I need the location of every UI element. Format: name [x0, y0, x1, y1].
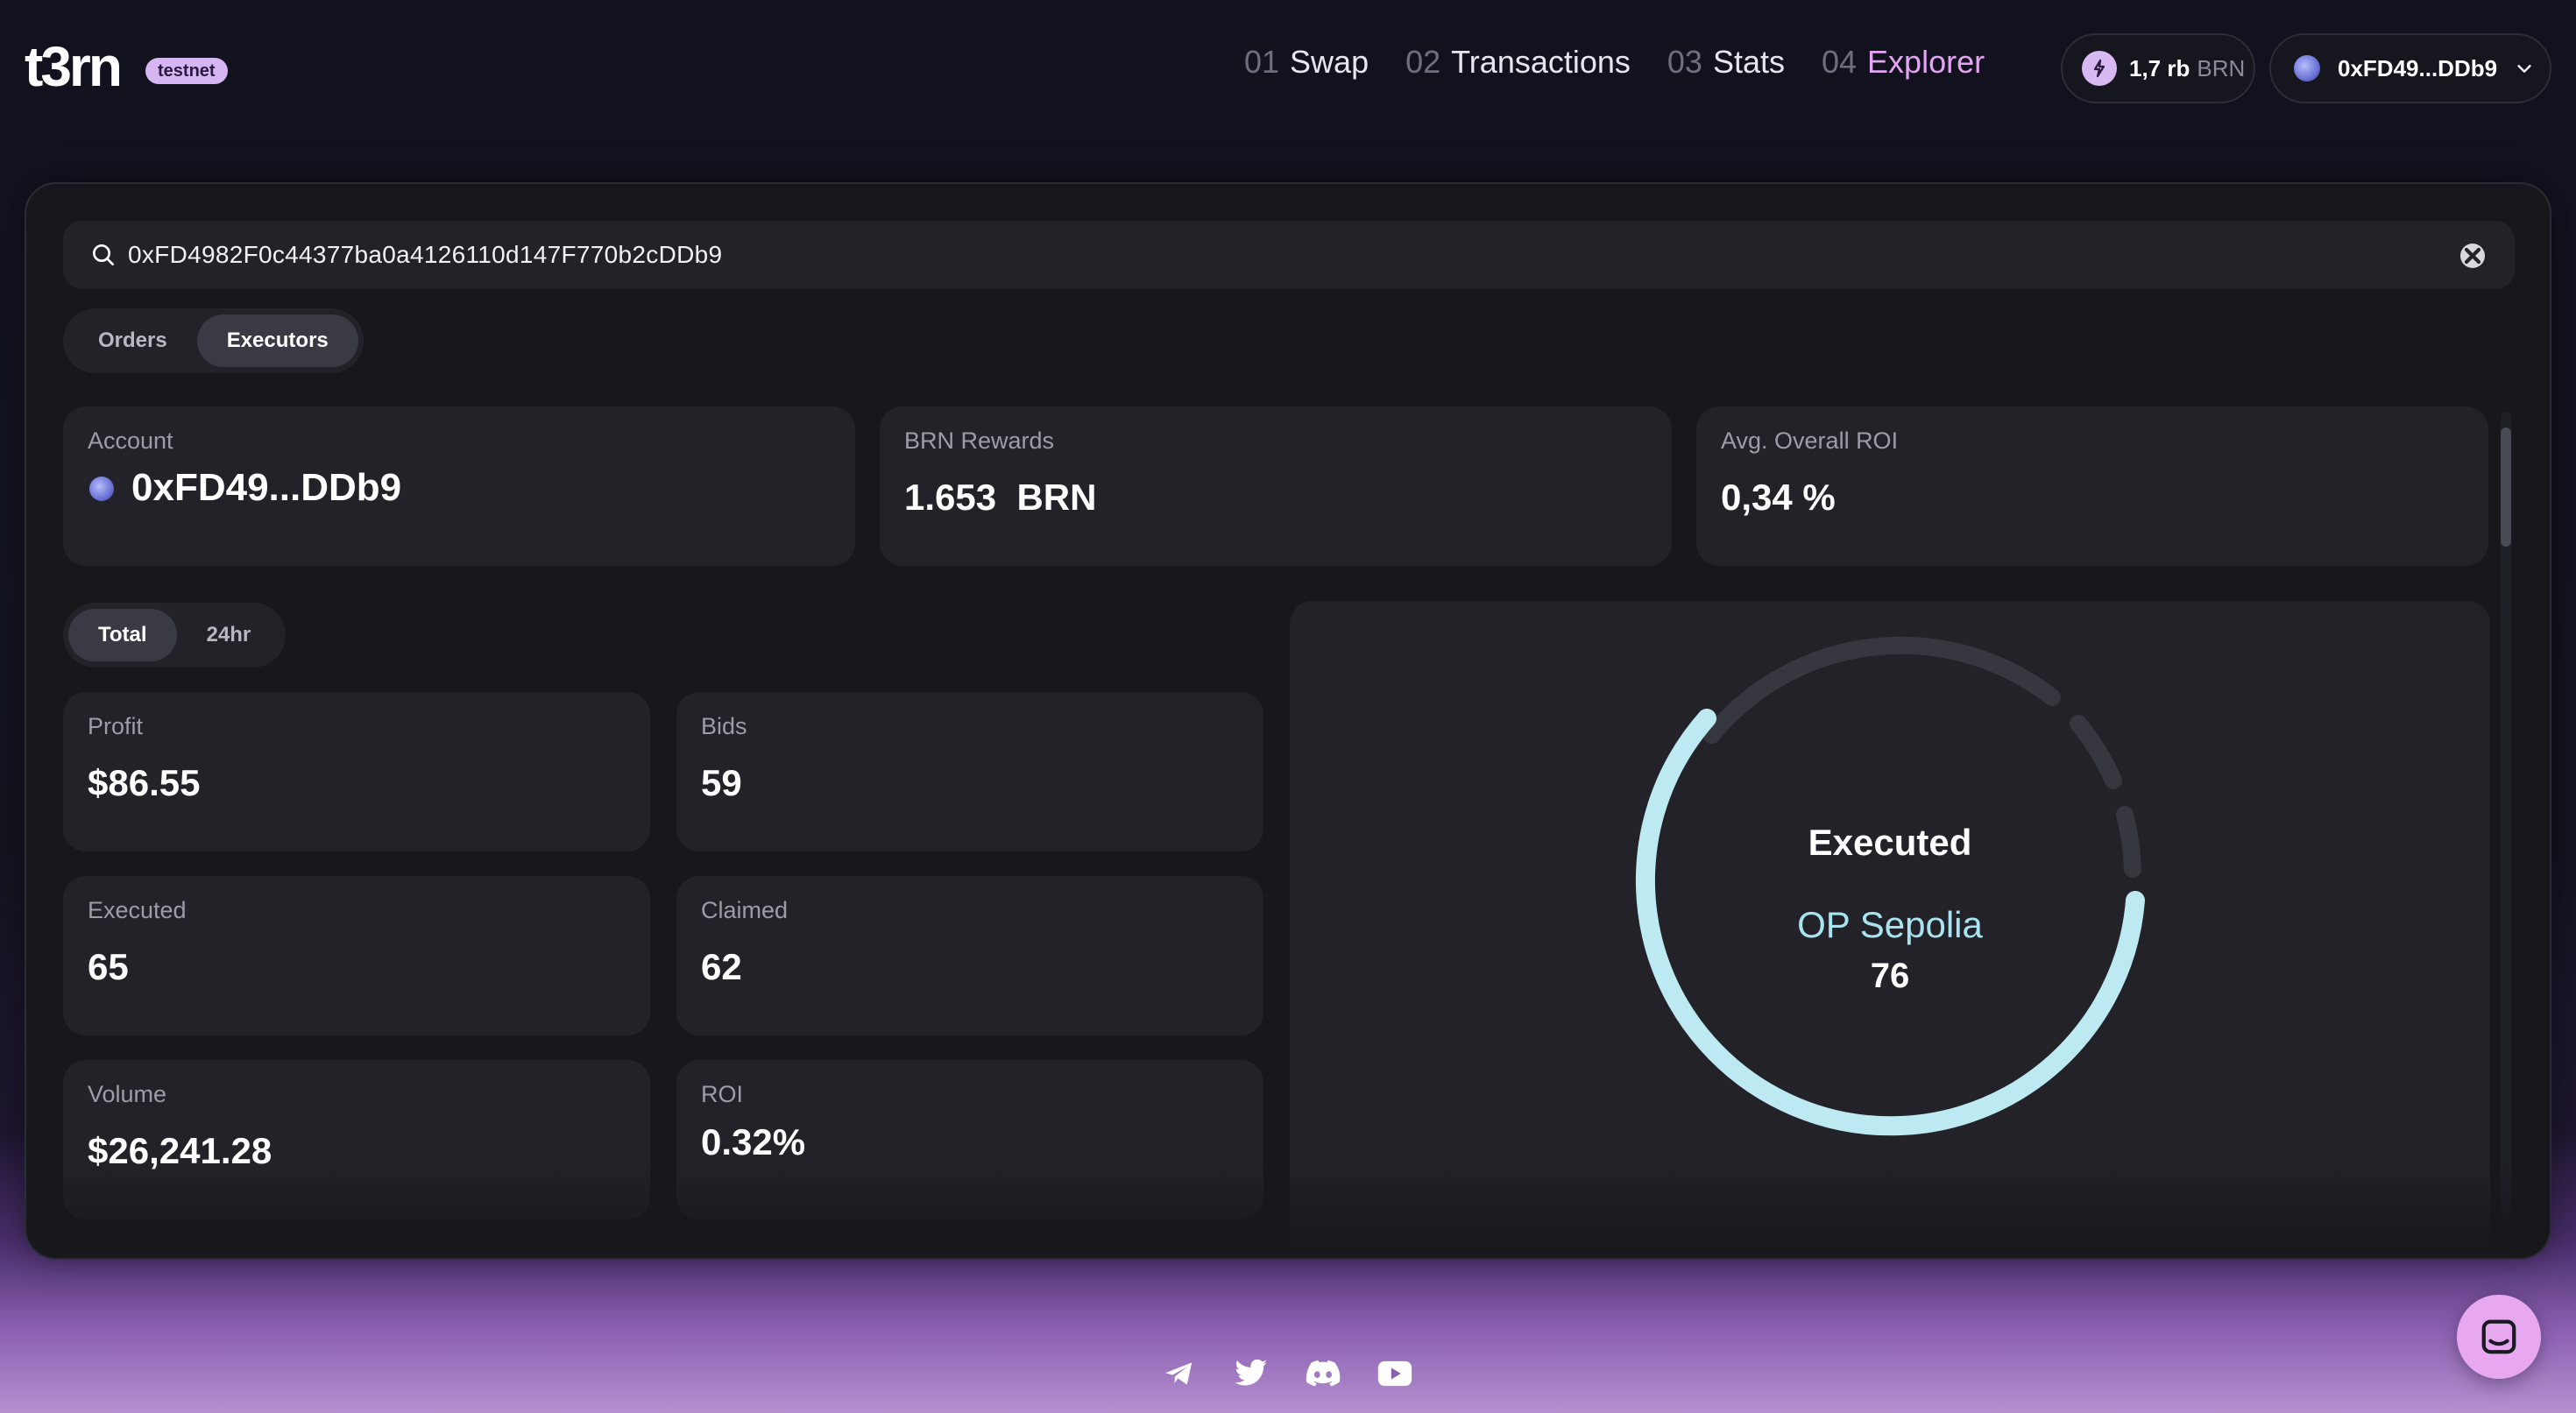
tab-total[interactable]: Total	[68, 609, 177, 661]
avg-roi-label: Avg. Overall ROI	[1721, 427, 1899, 454]
rewards-label: BRN Rewards	[904, 427, 1055, 454]
account-card: Account 0xFD49...DDb9	[63, 406, 855, 566]
main-nav: 01 Swap 02 Transactions 03 Stats 04 Expl…	[1244, 44, 2021, 81]
brn-balance-button[interactable]: 1,7 rb BRN	[2061, 33, 2255, 103]
close-icon	[2464, 247, 2481, 265]
donut-segment-value: 76	[1870, 957, 1910, 995]
nav-number: 03	[1667, 44, 1702, 80]
profit-value: $86.55	[88, 762, 201, 803]
clear-search-button[interactable]	[2460, 244, 2485, 268]
search-input[interactable]: 0xFD4982F0c44377ba0a4126110d147F770b2cDD…	[128, 241, 722, 269]
discord-icon[interactable]	[1306, 1356, 1341, 1391]
account-address[interactable]: 0xFD49...DDb9	[131, 466, 401, 510]
roi-value: 0.32%	[701, 1121, 806, 1162]
bids-card: Bids 59	[676, 692, 1263, 851]
nav-number: 01	[1244, 44, 1280, 80]
search-icon	[93, 244, 114, 265]
account-avatar	[89, 477, 114, 501]
nav-number: 04	[1822, 44, 1858, 80]
explorer-panel: 0xFD4982F0c44377ba0a4126110d147F770b2cDD…	[25, 182, 2551, 1260]
balance-unit: BRN	[2197, 54, 2246, 81]
profit-card: Profit $86.55	[63, 692, 650, 851]
avg-roi-value: 0,34 %	[1721, 477, 1836, 518]
chevron-down-icon	[2517, 65, 2531, 73]
claimed-value: 62	[701, 946, 742, 987]
search-bar[interactable]: 0xFD4982F0c44377ba0a4126110d147F770b2cDD…	[63, 221, 2515, 289]
donut-title: Executed	[1808, 822, 1972, 863]
chat-icon	[2481, 1319, 2516, 1354]
roi-card: ROI 0.32%	[676, 1060, 1263, 1219]
executed-card: Executed 65	[63, 876, 650, 1035]
rewards-value: 1.653 BRN	[904, 477, 1097, 518]
brn-token-icon	[2082, 51, 2117, 86]
bids-value: 59	[701, 762, 742, 803]
twitter-icon[interactable]	[1234, 1356, 1269, 1391]
volume-label: Volume	[88, 1081, 167, 1107]
t3rn-logo[interactable]: t3rn	[25, 35, 123, 98]
tab-orders[interactable]: Orders	[68, 314, 197, 367]
claimed-label: Claimed	[701, 897, 789, 923]
view-tabs: Orders Executors	[63, 308, 364, 373]
claimed-card: Claimed 62	[676, 876, 1263, 1035]
youtube-icon[interactable]	[1377, 1356, 1412, 1391]
support-chat-button[interactable]	[2457, 1295, 2541, 1379]
nav-label: Stats	[1712, 44, 1785, 80]
wallet-address: 0xFD49...DDb9	[2338, 54, 2498, 81]
nav-number: 02	[1405, 44, 1441, 80]
brn-rewards-card: BRN Rewards 1.653 BRN	[880, 406, 1672, 566]
donut-segment-other[interactable]	[1702, 636, 2061, 744]
nav-transactions[interactable]: 02 Transactions	[1405, 44, 1631, 81]
logo-text: t3rn	[25, 35, 123, 98]
nav-explorer[interactable]: 04 Explorer	[1822, 44, 1985, 81]
executed-chart-card: Executed OP Sepolia 76	[1290, 601, 2490, 1258]
roi-label: ROI	[701, 1081, 744, 1107]
period-tabs: Total 24hr	[63, 603, 287, 668]
wallet-avatar	[2294, 55, 2320, 81]
avg-roi-card: Avg. Overall ROI 0,34 %	[1696, 406, 2488, 566]
volume-value: $26,241.28	[88, 1130, 272, 1171]
wallet-button[interactable]: 0xFD49...DDb9	[2269, 33, 2551, 103]
nav-label: Explorer	[1867, 44, 1985, 80]
executed-value: 65	[88, 946, 129, 987]
balance-value: 1,7 rb	[2129, 54, 2190, 81]
volume-card: Volume $26,241.28	[63, 1060, 650, 1219]
account-label: Account	[88, 427, 173, 454]
donut-segment-other[interactable]	[2070, 715, 2122, 789]
nav-label: Transactions	[1451, 44, 1631, 80]
executed-label: Executed	[88, 897, 187, 923]
telegram-icon[interactable]	[1162, 1356, 1197, 1391]
tab-24hr[interactable]: 24hr	[177, 609, 281, 661]
testnet-badge: testnet	[145, 58, 228, 84]
nav-stats[interactable]: 03 Stats	[1667, 44, 1785, 81]
top-header: t3rn testnet 01 Swap 02 Transactions 03 …	[0, 0, 2576, 140]
bids-label: Bids	[701, 713, 747, 739]
scrollbar-thumb[interactable]	[2501, 427, 2511, 547]
nav-swap[interactable]: 01 Swap	[1244, 44, 1369, 81]
donut-segment-name: OP Sepolia	[1797, 904, 1983, 945]
nav-label: Swap	[1290, 44, 1369, 80]
profit-label: Profit	[88, 713, 144, 739]
tab-executors[interactable]: Executors	[196, 314, 358, 367]
